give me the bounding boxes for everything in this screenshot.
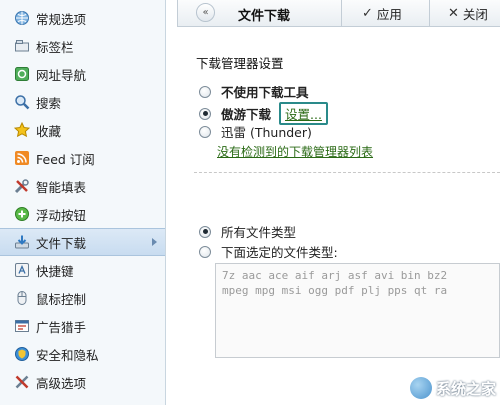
sidebar-item-label: 浮动按钮 xyxy=(36,207,87,223)
watermark-logo-icon xyxy=(409,377,432,399)
sidebar-item-ad-hunter[interactable]: 广告猎手 xyxy=(0,312,165,340)
double-chevron-left-icon: « xyxy=(202,7,209,18)
sidebar-item-security-privacy[interactable]: 安全和隐私 xyxy=(0,340,165,368)
file-types-textarea[interactable]: 7z aac ace aif arj asf avi bin bz2 mpeg … xyxy=(215,263,500,358)
search-icon xyxy=(14,94,30,110)
checkmark-icon: ✓ xyxy=(362,6,373,21)
sidebar-item-label: 搜索 xyxy=(36,95,62,111)
radio-button[interactable] xyxy=(199,245,211,258)
settings-panel: 下载管理器设置 不使用下载工具 傲游下载 设置... 迅雷 (Thunder) … xyxy=(177,28,500,405)
plus-circle-icon xyxy=(14,206,30,222)
watermark: 系统之家 xyxy=(409,377,496,399)
sidebar-item-label: 快捷键 xyxy=(36,263,74,279)
sidebar-item-favorites[interactable]: 收藏 xyxy=(0,116,165,144)
sidebar-item-file-download[interactable]: 文件下载 xyxy=(0,228,165,256)
apply-button[interactable]: ✓ 应用 xyxy=(362,4,402,23)
sidebar-item-label: Feed 订阅 xyxy=(36,151,95,167)
close-label: 关闭 xyxy=(462,7,488,22)
sidebar-item-feed[interactable]: Feed 订阅 xyxy=(0,144,165,172)
sidebar-item-label: 智能填表 xyxy=(36,179,87,195)
radio-no-download-tool[interactable]: 不使用下载工具 xyxy=(199,82,309,101)
sidebar-item-floating-button[interactable]: 浮动按钮 xyxy=(0,200,165,228)
page-title: 文件下载 xyxy=(238,9,291,24)
radio-label: 傲游下载 xyxy=(221,107,272,122)
globe-icon xyxy=(14,10,30,26)
close-icon: ✕ xyxy=(448,6,459,21)
rss-icon xyxy=(14,150,30,166)
ad-hunter-icon xyxy=(14,318,30,334)
radio-label: 不使用下载工具 xyxy=(221,85,309,100)
sidebar-item-tabbar[interactable]: 标签栏 xyxy=(0,32,165,60)
back-button[interactable]: « xyxy=(196,3,215,22)
extensions-line: mpeg mpg msi ogg pdf plj pps qt ra xyxy=(222,284,448,297)
sidebar-item-label: 标签栏 xyxy=(36,39,74,55)
undetected-managers-link[interactable]: 没有检测到的下载管理器列表 xyxy=(217,143,373,160)
sidebar-item-advanced[interactable]: 高级选项 xyxy=(0,368,165,396)
star-icon xyxy=(13,121,31,138)
sidebar-item-general[interactable]: 常规选项 xyxy=(0,4,165,32)
sidebar-item-label: 安全和隐私 xyxy=(36,347,99,363)
radio-button[interactable] xyxy=(199,225,211,238)
extensions-line: 7z aac ace aif arj asf avi bin bz2 xyxy=(222,269,448,282)
radio-button[interactable] xyxy=(199,85,211,98)
radio-label: 所有文件类型 xyxy=(221,225,297,240)
sidebar-item-search[interactable]: 搜索 xyxy=(0,88,165,116)
tools-icon xyxy=(14,178,30,194)
toolbar-divider xyxy=(341,0,342,26)
shield-icon xyxy=(14,346,30,362)
radio-label: 迅雷 (Thunder) xyxy=(221,125,312,140)
radio-thunder[interactable]: 迅雷 (Thunder) xyxy=(199,122,312,141)
sidebar-item-label: 文件下载 xyxy=(36,235,87,251)
navigation-icon xyxy=(14,66,30,82)
chevron-right-icon xyxy=(152,238,157,246)
tab-icon xyxy=(14,38,30,54)
radio-all-file-types[interactable]: 所有文件类型 xyxy=(199,222,296,241)
sidebar-item-label: 网址导航 xyxy=(36,67,87,83)
sidebar-item-label: 鼠标控制 xyxy=(36,291,87,307)
radio-button[interactable] xyxy=(199,107,211,120)
sidebar-item-mouse-control[interactable]: 鼠标控制 xyxy=(0,284,165,312)
apply-label: 应用 xyxy=(376,7,402,22)
sidebar-item-shortcuts[interactable]: 快捷键 xyxy=(0,256,165,284)
advanced-tools-icon xyxy=(14,374,30,390)
close-button[interactable]: ✕ 关闭 xyxy=(448,4,488,23)
radio-selected-file-types[interactable]: 下面选定的文件类型: xyxy=(199,242,338,261)
sidebar-item-label: 常规选项 xyxy=(36,11,87,27)
sidebar-item-autofill[interactable]: 智能填表 xyxy=(0,172,165,200)
keyboard-icon xyxy=(14,262,30,278)
mouse-icon xyxy=(14,290,30,306)
sidebar-item-label: 高级选项 xyxy=(36,375,87,391)
section-divider xyxy=(194,172,500,173)
watermark-text: 系统之家 xyxy=(435,379,496,398)
section-title: 下载管理器设置 xyxy=(196,56,284,71)
sidebar-item-label: 收藏 xyxy=(36,123,62,139)
options-sidebar: 常规选项 标签栏 网址导航 搜索 收藏 Feed 订阅 智能填表 浮动按钮 文件… xyxy=(0,0,166,405)
sidebar-item-label: 广告猎手 xyxy=(36,319,87,335)
radio-button[interactable] xyxy=(199,125,211,138)
toolbar-divider xyxy=(429,0,430,26)
header-toolbar: « 文件下载 ✓ 应用 ✕ 关闭 xyxy=(177,0,500,27)
radio-label: 下面选定的文件类型: xyxy=(221,245,338,260)
download-icon xyxy=(14,234,30,250)
sidebar-item-navigation[interactable]: 网址导航 xyxy=(0,60,165,88)
